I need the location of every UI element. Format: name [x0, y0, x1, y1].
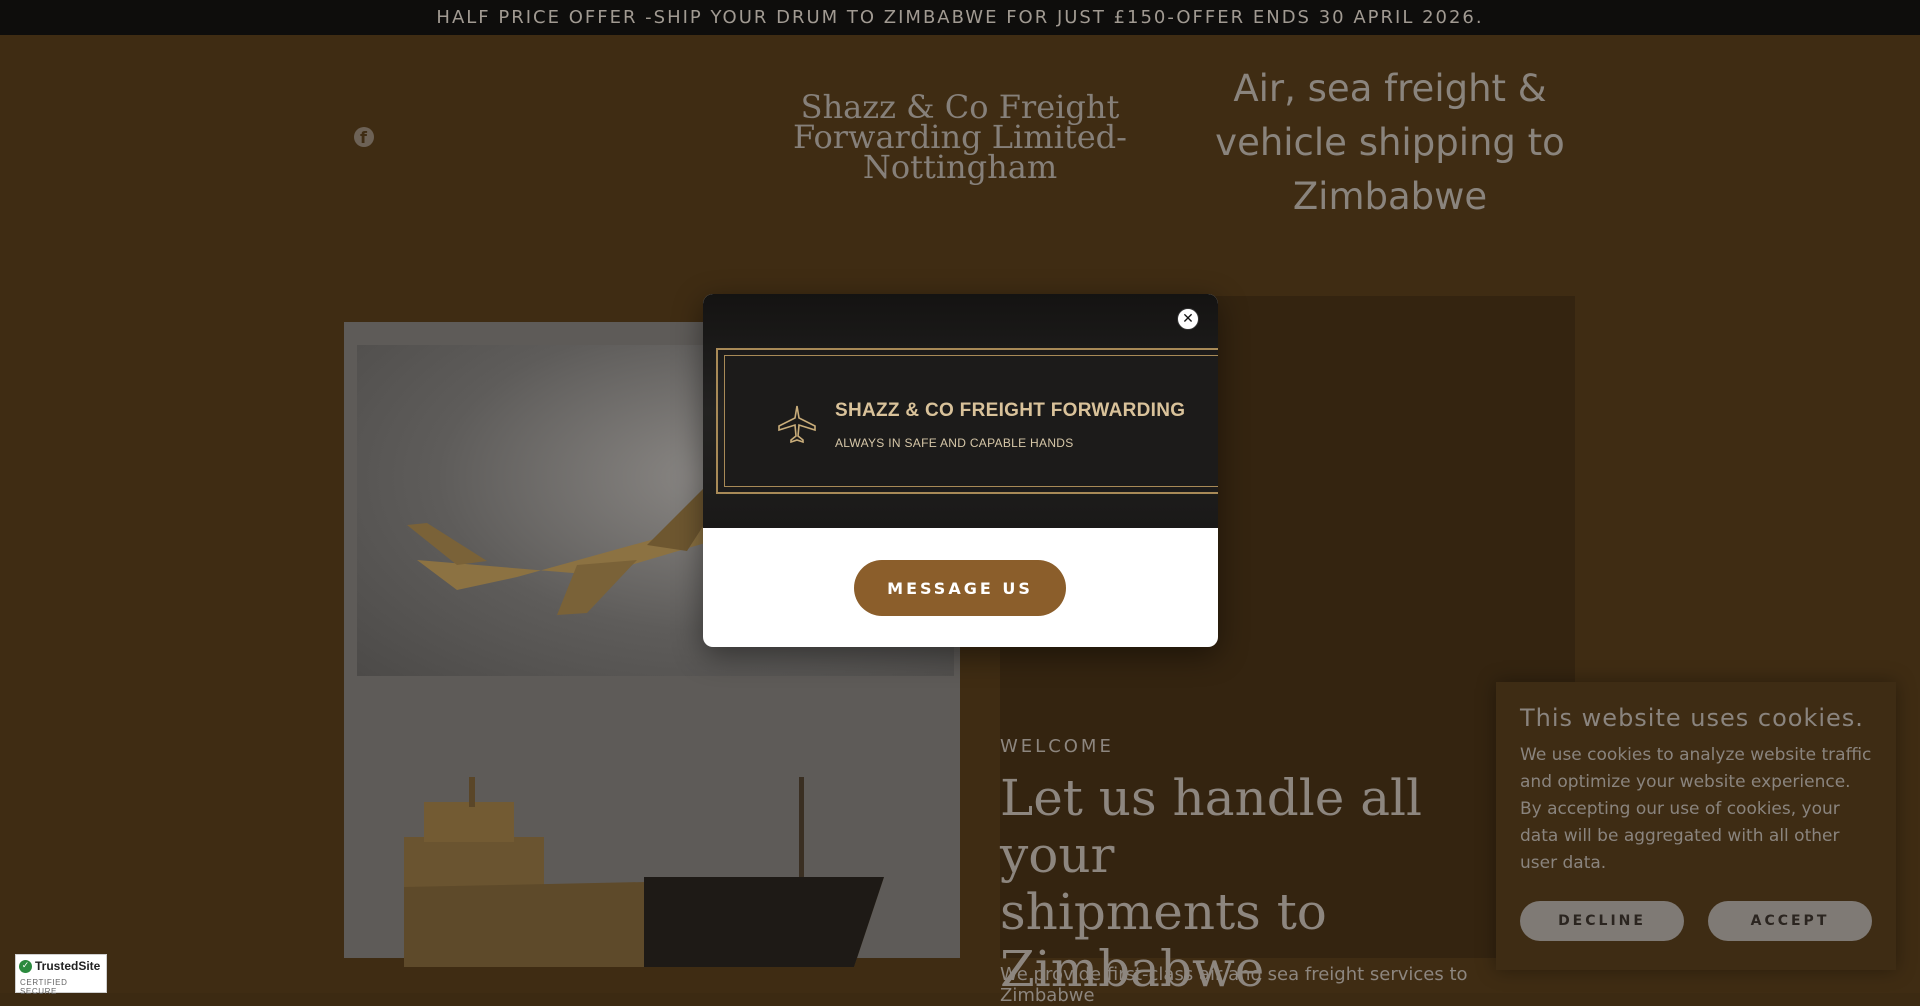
banner-frame-inner: SHAZZ & CO FREIGHT FORWARDING ALWAYS IN … — [724, 355, 1218, 487]
cookie-message-line: By accepting our use of cookies, your — [1520, 799, 1840, 819]
accept-button[interactable]: ACCEPT — [1708, 901, 1872, 941]
airplane-icon — [778, 405, 816, 444]
checkmark-icon: ✓ — [19, 960, 32, 973]
cookie-message-line: data will be aggregated with all other — [1520, 826, 1840, 846]
cookie-message-line: We use cookies to analyze website traffi… — [1520, 745, 1872, 765]
banner-subtitle: ALWAYS IN SAFE AND CAPABLE HANDS — [835, 436, 1074, 450]
trustedsite-subtitle: CERTIFIED SECURE — [20, 978, 68, 996]
banner-title: SHAZZ & CO FREIGHT FORWARDING — [835, 400, 1186, 421]
cookie-banner: This website uses cookies. We use cookie… — [1496, 682, 1896, 970]
popup-banner: SHAZZ & CO FREIGHT FORWARDING ALWAYS IN … — [703, 294, 1218, 528]
close-icon[interactable]: ✕ — [1177, 308, 1199, 330]
cookie-message-line: and optimize your website experience. — [1520, 772, 1851, 792]
trustedsite-name: TrustedSite — [35, 959, 101, 973]
cookie-message-line: user data. — [1520, 853, 1607, 873]
decline-button[interactable]: DECLINE — [1520, 901, 1684, 941]
banner-frame: SHAZZ & CO FREIGHT FORWARDING ALWAYS IN … — [716, 348, 1218, 494]
message-us-button[interactable]: MESSAGE US — [854, 560, 1066, 616]
trustedsite-badge[interactable]: ✓ TrustedSite CERTIFIED SECURE — [15, 954, 107, 996]
cookie-message: We use cookies to analyze website traffi… — [1520, 742, 1876, 877]
cookie-title: This website uses cookies. — [1520, 704, 1864, 732]
promo-popup: SHAZZ & CO FREIGHT FORWARDING ALWAYS IN … — [703, 294, 1218, 647]
